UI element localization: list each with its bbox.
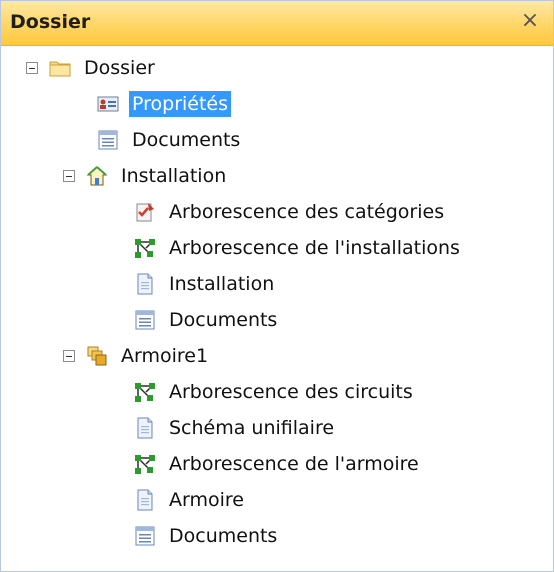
tree-item-circuits-tree[interactable]: Arborescence des circuits: [134, 374, 416, 410]
collapse-toggle-icon[interactable]: [26, 62, 38, 74]
tree-item-label: Arborescence de l'installations: [169, 237, 460, 259]
documents-icon: [134, 309, 156, 331]
tree-item-documents[interactable]: Documents: [97, 122, 243, 158]
folder-icon: [49, 57, 71, 79]
page-icon: [134, 417, 156, 439]
category-tree-icon: [134, 201, 156, 223]
tree-item-label: Documents: [132, 129, 241, 151]
tree-item-label: Arborescence des circuits: [169, 381, 413, 403]
documents-icon: [97, 129, 119, 151]
network-tree-icon: [134, 237, 156, 259]
cabinet-icon: [86, 345, 108, 367]
tree-item-schema-unifilaire[interactable]: Schéma unifilaire: [134, 410, 337, 446]
tree-item-label: Documents: [169, 309, 278, 331]
home-icon: [86, 165, 108, 187]
tree-item-categories[interactable]: Arborescence des catégories: [134, 194, 447, 230]
tree-item-installations-tree[interactable]: Arborescence de l'installations: [134, 230, 463, 266]
tree-item-proprietes[interactable]: Propriétés: [97, 86, 232, 122]
panel-title: Dossier: [10, 11, 91, 33]
tree-item-documents[interactable]: Documents: [134, 518, 280, 554]
tree-item-documents[interactable]: Documents: [134, 302, 280, 338]
tree-item-label: Arborescence de l'armoire: [169, 453, 419, 475]
tree-item-label: Armoire: [169, 489, 244, 511]
tree-item-armoire-tree[interactable]: Arborescence de l'armoire: [134, 446, 422, 482]
tree-node-installation[interactable]: Installation: [63, 158, 229, 194]
dossier-panel: Dossier × Dossier Propriétés Documents I…: [0, 0, 554, 572]
page-icon: [134, 273, 156, 295]
tree-node-dossier[interactable]: Dossier: [26, 50, 158, 86]
network-tree-icon: [134, 453, 156, 475]
page-icon: [134, 489, 156, 511]
network-tree-icon: [134, 381, 156, 403]
tree-item-label: Schéma unifilaire: [169, 417, 335, 439]
tree-item-label: Propriétés: [129, 91, 232, 117]
tree-node-armoire1[interactable]: Armoire1: [63, 338, 211, 374]
collapse-toggle-icon[interactable]: [63, 170, 75, 182]
tree-item-label: Documents: [169, 525, 278, 547]
properties-icon: [97, 93, 119, 115]
tree-node-label: Dossier: [84, 57, 155, 79]
documents-icon: [134, 525, 156, 547]
tree-item-label: Arborescence des catégories: [169, 201, 445, 223]
folder-tree: Dossier Propriétés Documents Installatio…: [1, 45, 553, 571]
close-icon[interactable]: ×: [517, 8, 543, 34]
tree-node-label: Armoire1: [121, 345, 209, 367]
collapse-toggle-icon[interactable]: [63, 350, 75, 362]
tree-node-label: Installation: [121, 165, 227, 187]
tree-item-armoire-page[interactable]: Armoire: [134, 482, 247, 518]
tree-item-installation-page[interactable]: Installation: [134, 266, 277, 302]
panel-titlebar: Dossier ×: [1, 1, 553, 46]
tree-item-label: Installation: [169, 273, 275, 295]
